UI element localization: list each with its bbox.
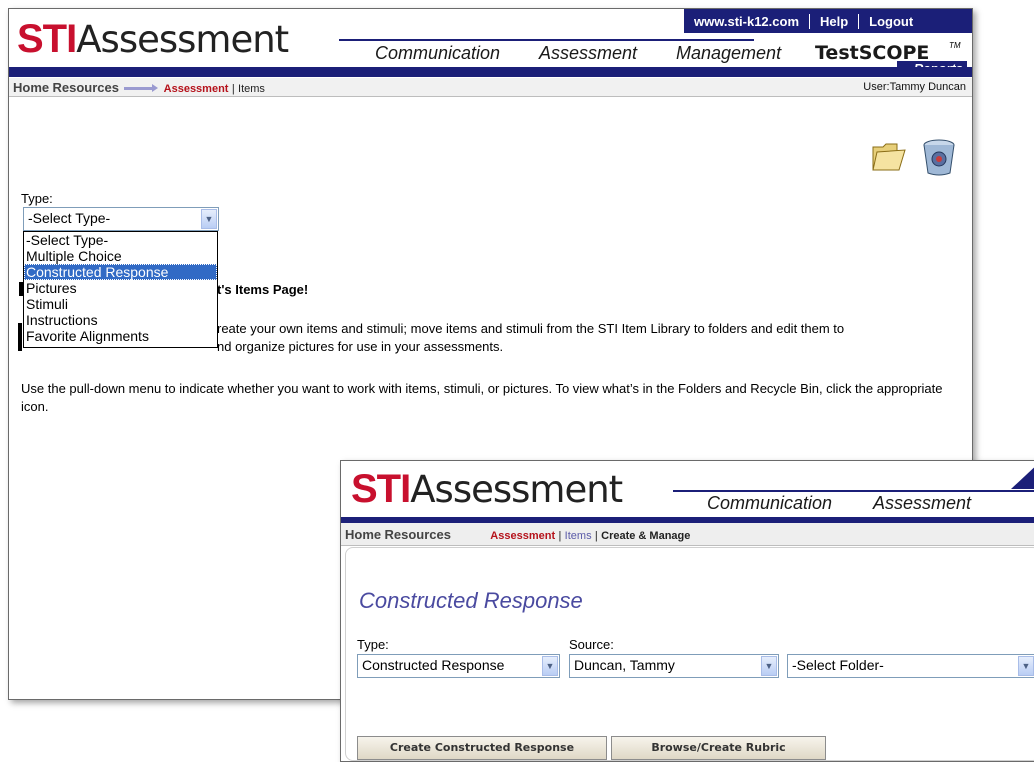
breadcrumb-home[interactable]: Home <box>13 80 49 95</box>
constructed-response-window: STIAssessment Communication Assessment H… <box>340 460 1034 762</box>
breadcrumb-resources[interactable]: Resources <box>52 80 118 95</box>
create-constructed-response-button[interactable]: Create Constructed Response <box>357 736 607 760</box>
browse-create-rubric-button[interactable]: Browse/Create Rubric <box>611 736 826 760</box>
instructions-paragraph: Use the pull-down menu to indicate wheth… <box>21 381 943 414</box>
option-select-type[interactable]: -Select Type- <box>24 232 217 248</box>
folder-icon[interactable] <box>871 139 907 173</box>
sti-assessment-logo-front[interactable]: STIAssessment <box>351 467 623 512</box>
chevron-down-icon[interactable]: ▼ <box>761 656 777 676</box>
nav-assessment-front[interactable]: Assessment <box>873 493 971 514</box>
option-pictures[interactable]: Pictures <box>24 280 217 296</box>
breadcrumb-assessment-front[interactable]: Assessment <box>490 530 555 542</box>
breadcrumb-resources-front[interactable]: Resources <box>384 527 450 542</box>
recycle-bin-icon[interactable] <box>919 137 959 177</box>
folder-select-value: -Select Folder- <box>792 657 884 673</box>
current-user: User:Tammy Duncan <box>863 81 966 93</box>
chevron-down-icon[interactable]: ▼ <box>1018 656 1034 676</box>
source-select[interactable]: Duncan, Tammy ▼ <box>569 654 779 678</box>
breadcrumb-sep-1: | <box>558 530 562 542</box>
source-select-value: Duncan, Tammy <box>574 657 675 673</box>
chevron-down-icon[interactable]: ▼ <box>542 656 558 676</box>
sti-website-link[interactable]: www.sti-k12.com <box>684 14 809 29</box>
breadcrumb-arrow-icon <box>124 84 159 93</box>
welcome-heading-fragment <box>19 282 23 296</box>
breadcrumb-separator: | <box>231 83 235 95</box>
logo-rule <box>339 39 754 41</box>
nav-communication-front[interactable]: Communication <box>707 493 832 514</box>
logo-rule-front <box>673 490 1034 492</box>
intro-line-2: nd organize pictures for use in your ass… <box>217 339 504 354</box>
chevron-down-icon[interactable]: ▼ <box>201 209 217 229</box>
nav-communication[interactable]: Communication <box>375 43 500 64</box>
intro-line-1: reate your own items and stimuli; move i… <box>217 321 845 336</box>
paragraph-fragment <box>18 323 22 351</box>
help-link[interactable]: Help <box>809 13 858 29</box>
option-constructed-response[interactable]: Constructed Response <box>24 264 217 280</box>
breadcrumb: Home Resources Assessment | Items User:T… <box>9 78 972 97</box>
type-label-front: Type: <box>357 637 389 652</box>
utility-bar: www.sti-k12.com Help Logout <box>684 9 972 33</box>
breadcrumb-assessment[interactable]: Assessment <box>164 83 229 95</box>
logout-link[interactable]: Logout <box>858 13 923 29</box>
nav-bar <box>9 67 972 77</box>
source-label: Source: <box>569 637 614 652</box>
type-label: Type: <box>21 191 53 206</box>
logo-sti: STI <box>17 17 77 61</box>
sti-assessment-logo[interactable]: STIAssessment <box>17 17 289 62</box>
option-multiple-choice[interactable]: Multiple Choice <box>24 248 217 264</box>
type-select-value: -Select Type- <box>28 210 111 226</box>
logo-assessment: Assessment <box>76 18 289 61</box>
page-title: Constructed Response <box>359 588 583 613</box>
welcome-heading: t's Items Page! <box>217 282 309 297</box>
option-instructions[interactable]: Instructions <box>24 312 217 328</box>
type-select-front[interactable]: Constructed Response ▼ <box>357 654 560 678</box>
option-favorite-alignments[interactable]: Favorite Alignments <box>24 328 217 344</box>
nav-assessment[interactable]: Assessment <box>539 43 637 64</box>
logo-sti-front: STI <box>351 467 411 511</box>
trademark-mark: TM <box>949 41 961 50</box>
option-stimuli[interactable]: Stimuli <box>24 296 217 312</box>
breadcrumb-create-manage[interactable]: Create & Manage <box>601 530 690 542</box>
type-select[interactable]: -Select Type- ▼ <box>23 207 219 231</box>
logo-assessment-front: Assessment <box>410 468 623 511</box>
breadcrumb-sep-2: | <box>594 530 598 542</box>
breadcrumb-front: Home Resources Assessment | Items | Crea… <box>341 523 1034 546</box>
breadcrumb-items-front[interactable]: Items <box>565 530 592 542</box>
type-dropdown-list: -Select Type- Multiple Choice Constructe… <box>23 231 218 348</box>
breadcrumb-items[interactable]: Items <box>238 83 265 95</box>
folder-select[interactable]: -Select Folder- ▼ <box>787 654 1034 678</box>
type-select-front-value: Constructed Response <box>362 657 505 673</box>
breadcrumb-home-front[interactable]: Home <box>345 527 381 542</box>
corner-tab <box>1011 461 1034 489</box>
intro-paragraph: reate your own items and stimuli; move i… <box>217 320 967 356</box>
nav-management[interactable]: Management <box>676 43 781 64</box>
